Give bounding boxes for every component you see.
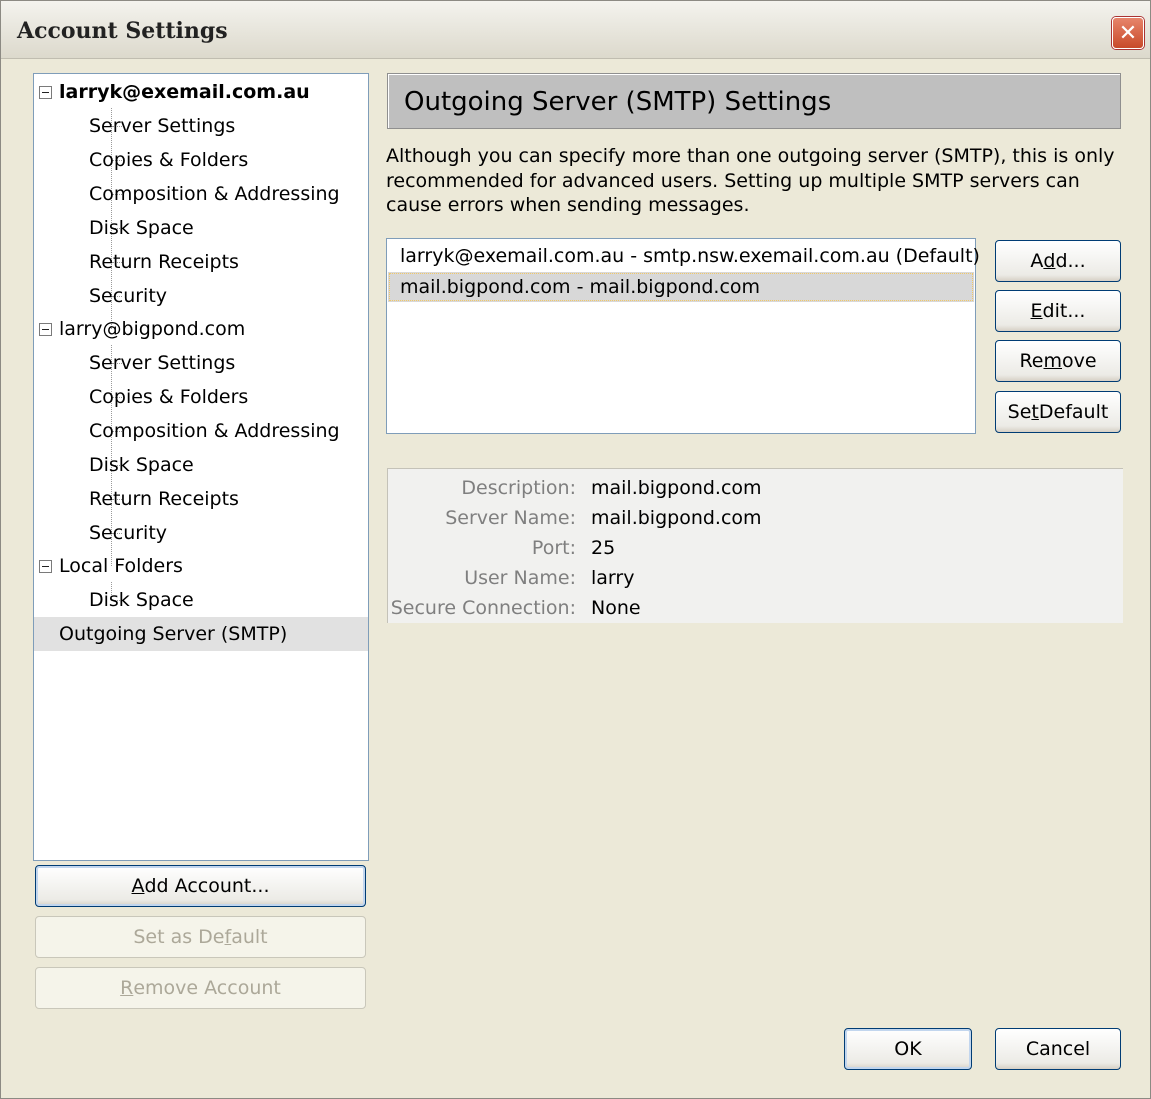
detail-user-name: User Name: larry (388, 563, 1124, 593)
access-key: m (1043, 350, 1062, 372)
button-label: d... (1055, 250, 1086, 272)
list-item[interactable]: larryk@exemail.com.au - smtp.nsw.exemail… (388, 241, 980, 271)
edit-server-button[interactable]: Edit... (995, 290, 1121, 332)
tree-item-label: Copies & Folders (89, 149, 249, 171)
tree-item-label: Outgoing Server (SMTP) (59, 623, 288, 645)
detail-value: None (591, 597, 641, 619)
cancel-button[interactable]: Cancel (995, 1028, 1121, 1070)
detail-label: User Name: (464, 567, 576, 589)
tree-item-composition-addressing[interactable]: Composition & Addressing (34, 177, 368, 211)
panel-description: Although you can specify more than one o… (386, 145, 1115, 216)
server-details: Description: mail.bigpond.com Server Nam… (387, 468, 1123, 623)
tree-item-label: Disk Space (89, 589, 194, 611)
tree-item-label: Return Receipts (89, 488, 239, 510)
tree-item-label: Security (89, 522, 168, 544)
tree-account-label: larryk@exemail.com.au (59, 81, 310, 103)
detail-server-name: Server Name: mail.bigpond.com (388, 503, 1124, 533)
remove-account-button[interactable]: Remove Account (35, 967, 366, 1009)
button-label: emove Account (133, 977, 281, 999)
tree-item-return-receipts[interactable]: Return Receipts (34, 245, 368, 279)
access-key: d (1043, 250, 1056, 272)
tree-item-label: Server Settings (89, 115, 236, 137)
title-bar[interactable]: Account Settings ✕ (1, 1, 1150, 59)
button-label: Default (1038, 401, 1109, 423)
tree-item-server-settings[interactable]: Server Settings (34, 346, 368, 380)
remove-server-button[interactable]: Re m ove (995, 340, 1121, 382)
button-label: dit... (1042, 300, 1086, 322)
tree-item-label: Composition & Addressing (89, 183, 340, 205)
tree-item-return-receipts[interactable]: Return Receipts (34, 482, 368, 516)
tree-item-copies-folders[interactable]: Copies & Folders (34, 380, 368, 414)
detail-label: Description: (461, 477, 576, 499)
ok-button[interactable]: OK (844, 1028, 972, 1070)
tree-local-folders[interactable]: Local Folders (34, 549, 368, 583)
detail-label: Server Name: (445, 507, 576, 529)
tree-account-label: Local Folders (59, 555, 183, 577)
smtp-server-list[interactable]: larryk@exemail.com.au - smtp.nsw.exemail… (386, 238, 980, 434)
tree-account-larryk[interactable]: larryk@exemail.com.au (34, 75, 368, 109)
list-item-selected[interactable]: mail.bigpond.com - mail.bigpond.com (388, 272, 974, 302)
panel-title: Outgoing Server (SMTP) Settings (404, 87, 832, 117)
detail-value: mail.bigpond.com (591, 477, 762, 499)
add-account-button[interactable]: Add Account... (35, 865, 366, 907)
collapse-icon[interactable] (39, 86, 52, 99)
detail-label: Port: (531, 537, 576, 559)
set-as-default-button[interactable]: Set as De f ault (35, 916, 366, 958)
tree-item-disk-space[interactable]: Disk Space (34, 448, 368, 482)
tree-item-label: Composition & Addressing (89, 420, 340, 442)
detail-value: mail.bigpond.com (591, 507, 762, 529)
tree-account-label: larry@bigpond.com (59, 318, 246, 340)
tree-item-security[interactable]: Security (34, 279, 368, 313)
detail-value: 25 (591, 537, 616, 559)
detail-port: Port: 25 (388, 533, 1124, 563)
add-server-button[interactable]: Ad d... (995, 240, 1121, 282)
collapse-icon[interactable] (39, 323, 52, 336)
access-key: f (224, 926, 232, 948)
detail-description: Description: mail.bigpond.com (388, 473, 1124, 503)
tree-account-larry-bigpond[interactable]: larry@bigpond.com (34, 312, 368, 346)
tree-item-server-settings[interactable]: Server Settings (34, 109, 368, 143)
tree-item-label: Security (89, 285, 168, 307)
button-label: ove (1062, 350, 1097, 372)
tree-item-disk-space[interactable]: Disk Space (34, 211, 368, 245)
button-label: ault (231, 926, 268, 948)
detail-secure-connection: Secure Connection: None (388, 593, 1124, 623)
button-label: A (1030, 250, 1044, 272)
button-label: Re (1019, 350, 1044, 372)
access-key: t (1031, 401, 1039, 423)
account-settings-dialog: Account Settings ✕ larryk@exemail.com.au… (0, 0, 1151, 1099)
tree-item-label: Server Settings (89, 352, 236, 374)
set-default-server-button[interactable]: Se t Default (995, 391, 1121, 433)
detail-value: larry (591, 567, 635, 589)
button-label: Se (1007, 401, 1032, 423)
tree-item-label: Disk Space (89, 217, 194, 239)
detail-label: Secure Connection: (390, 597, 576, 619)
button-label: dd Account... (144, 875, 270, 897)
account-tree[interactable]: larryk@exemail.com.au Server Settings Co… (33, 73, 369, 861)
access-key: E (1030, 300, 1043, 322)
collapse-icon[interactable] (39, 560, 52, 573)
tree-item-outgoing-server[interactable]: Outgoing Server (SMTP) (34, 617, 368, 651)
access-key: A (131, 875, 145, 897)
tree-item-copies-folders[interactable]: Copies & Folders (34, 143, 368, 177)
access-key: R (120, 977, 134, 999)
tree-item-label: Return Receipts (89, 251, 239, 273)
close-icon[interactable]: ✕ (1112, 17, 1144, 49)
tree-item-security[interactable]: Security (34, 516, 368, 550)
tree-item-composition-addressing[interactable]: Composition & Addressing (34, 414, 368, 448)
tree-item-disk-space[interactable]: Disk Space (34, 583, 368, 617)
button-label: Set as De (133, 926, 225, 948)
window-title: Account Settings (17, 18, 228, 44)
tree-item-label: Copies & Folders (89, 386, 249, 408)
tree-item-label: Disk Space (89, 454, 194, 476)
panel-header: Outgoing Server (SMTP) Settings (387, 73, 1121, 129)
